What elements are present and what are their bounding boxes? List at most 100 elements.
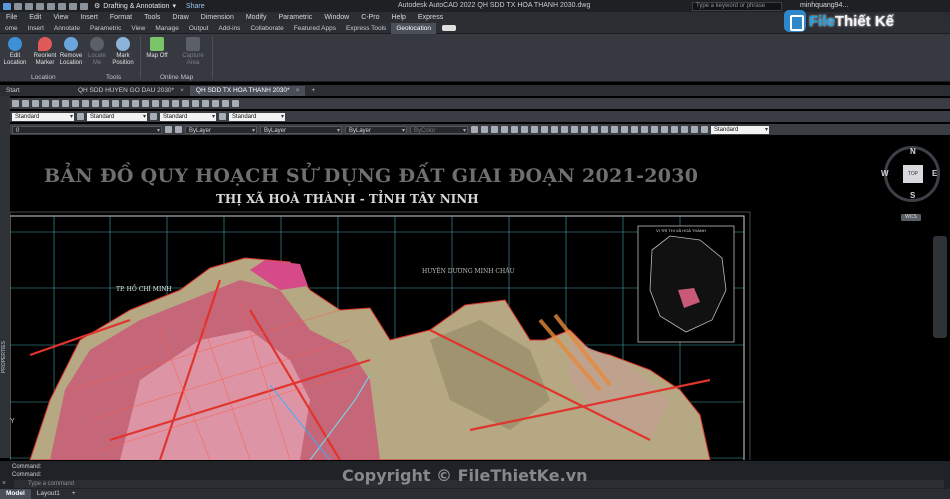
- viewcube[interactable]: TOP N S E W: [881, 146, 940, 202]
- plot-icon[interactable]: [58, 2, 66, 10]
- ribbon-tab-insert[interactable]: Insert: [23, 23, 49, 34]
- dimension-tool-icon[interactable]: [531, 126, 538, 133]
- plot-icon[interactable]: [42, 100, 49, 107]
- dimension-tool-icon[interactable]: [481, 126, 488, 133]
- linetype-select[interactable]: ByLayer: [260, 125, 342, 135]
- design-center-icon[interactable]: [182, 100, 189, 107]
- app-menu-icon[interactable]: [3, 2, 11, 10]
- table-style-select[interactable]: Standard: [160, 112, 216, 121]
- tab-hoa-thanh[interactable]: QH SDD TX HOA THANH 2030* ×: [189, 86, 306, 96]
- menu-format[interactable]: Format: [104, 14, 138, 21]
- viewcube-top-face[interactable]: TOP: [903, 165, 923, 183]
- undo-icon[interactable]: [69, 2, 77, 10]
- ribbon-tab-ome[interactable]: ome: [0, 23, 23, 34]
- menu-draw[interactable]: Draw: [166, 14, 194, 21]
- menu-modify[interactable]: Modify: [240, 14, 273, 21]
- dimension-tool-icon[interactable]: [621, 126, 628, 133]
- dimension-tool-icon[interactable]: [571, 126, 578, 133]
- match-icon[interactable]: [102, 100, 109, 107]
- saveas-icon[interactable]: [47, 2, 55, 10]
- dimension-tool-icon[interactable]: [561, 126, 568, 133]
- dimension-tool-icon[interactable]: [591, 126, 598, 133]
- wcs-menu[interactable]: WCS: [901, 214, 921, 221]
- ribbon-tab-collaborate[interactable]: Collaborate: [245, 23, 288, 34]
- style-icon[interactable]: [77, 113, 84, 120]
- dimension-tool-icon[interactable]: [581, 126, 588, 133]
- lineweight-select[interactable]: ByLayer: [345, 125, 407, 135]
- redo-icon[interactable]: [80, 2, 88, 10]
- dimension-tool-icon[interactable]: [651, 126, 658, 133]
- compass-e[interactable]: E: [932, 169, 937, 178]
- dimension-tool-icon[interactable]: [471, 126, 478, 133]
- redo-icon[interactable]: [122, 100, 129, 107]
- capture-area-button[interactable]: Capture Area: [180, 37, 206, 67]
- edit-location-button[interactable]: Edit Location: [2, 37, 28, 67]
- close-icon[interactable]: ×: [2, 480, 6, 487]
- ribbon-tab-expresstools[interactable]: Express Tools: [341, 23, 391, 34]
- reorient-marker-button[interactable]: Reorient Marker: [32, 37, 58, 67]
- search-input[interactable]: Type a keyword or phrase: [692, 2, 782, 11]
- text-style-select[interactable]: Standard: [12, 112, 74, 121]
- menu-view[interactable]: View: [47, 14, 74, 21]
- copy-icon[interactable]: [82, 100, 89, 107]
- tab-layout1[interactable]: Layout1: [31, 489, 66, 499]
- tab-go-dau[interactable]: QH SDD HUYEN GO DAU 2030* ×: [72, 86, 190, 96]
- ribbon-tab-view[interactable]: View: [126, 23, 150, 34]
- dimension-tool-icon[interactable]: [701, 126, 708, 133]
- user-account[interactable]: minhquang94...: [800, 2, 848, 9]
- dimension-tool-icon[interactable]: [661, 126, 668, 133]
- save-icon[interactable]: [32, 100, 39, 107]
- workspace-switcher[interactable]: ⚙ Drafting & Annotation ▾: [94, 2, 176, 11]
- ribbon-tab-parametric[interactable]: Parametric: [85, 23, 126, 34]
- plus-icon[interactable]: +: [66, 489, 82, 499]
- menu-window[interactable]: Window: [318, 14, 355, 21]
- menu-parametric[interactable]: Parametric: [272, 14, 318, 21]
- dimstyle-select[interactable]: Standard: [711, 125, 769, 134]
- preview-icon[interactable]: [52, 100, 59, 107]
- layer-icon[interactable]: [165, 126, 172, 133]
- new-icon[interactable]: [12, 100, 19, 107]
- compass-n[interactable]: N: [910, 147, 916, 156]
- compass-s[interactable]: S: [910, 191, 915, 200]
- undo-icon[interactable]: [112, 100, 119, 107]
- dimension-tool-icon[interactable]: [491, 126, 498, 133]
- zoom-prev-icon[interactable]: [162, 100, 169, 107]
- share-button[interactable]: Share: [186, 3, 205, 10]
- properties-icon[interactable]: [172, 100, 179, 107]
- tab-start[interactable]: Start: [0, 86, 72, 96]
- cut-icon[interactable]: [72, 100, 79, 107]
- panel-toggle-icon[interactable]: [442, 25, 457, 31]
- new-tab-button[interactable]: +: [305, 86, 321, 96]
- dimension-tool-icon[interactable]: [541, 126, 548, 133]
- layer-select[interactable]: 0: [12, 125, 162, 135]
- menu-edit[interactable]: Edit: [23, 14, 47, 21]
- locate-me-button[interactable]: Locate Me: [84, 37, 110, 67]
- calc-icon[interactable]: [222, 100, 229, 107]
- menu-express[interactable]: Express: [412, 14, 449, 21]
- dimension-tool-icon[interactable]: [551, 126, 558, 133]
- dimension-tool-icon[interactable]: [601, 126, 608, 133]
- ribbon-tab-output[interactable]: Output: [184, 23, 214, 34]
- mark-position-button[interactable]: Mark Position: [110, 37, 136, 67]
- dimension-tool-icon[interactable]: [501, 126, 508, 133]
- markup-icon[interactable]: [212, 100, 219, 107]
- dim-style-select[interactable]: Standard: [87, 112, 147, 121]
- dimension-tool-icon[interactable]: [611, 126, 618, 133]
- open-icon[interactable]: [25, 2, 33, 10]
- sheet-set-icon[interactable]: [202, 100, 209, 107]
- dimension-tool-icon[interactable]: [671, 126, 678, 133]
- menu-file[interactable]: File: [0, 14, 23, 21]
- publish-icon[interactable]: [62, 100, 69, 107]
- menu-cpro[interactable]: C-Pro: [355, 14, 385, 21]
- remove-location-button[interactable]: Remove Location: [58, 37, 84, 67]
- new-icon[interactable]: [14, 2, 22, 10]
- menu-tools[interactable]: Tools: [138, 14, 166, 21]
- ribbon-tab-manage[interactable]: Manage: [150, 23, 184, 34]
- zoom-icon[interactable]: [142, 100, 149, 107]
- ribbon-tab-addins[interactable]: Add-ins: [213, 23, 245, 34]
- compass-w[interactable]: W: [881, 169, 889, 178]
- close-icon[interactable]: ×: [296, 86, 300, 96]
- zoom-window-icon[interactable]: [152, 100, 159, 107]
- properties-palette[interactable]: PROPERTIES: [0, 96, 10, 458]
- help-icon[interactable]: [232, 100, 239, 107]
